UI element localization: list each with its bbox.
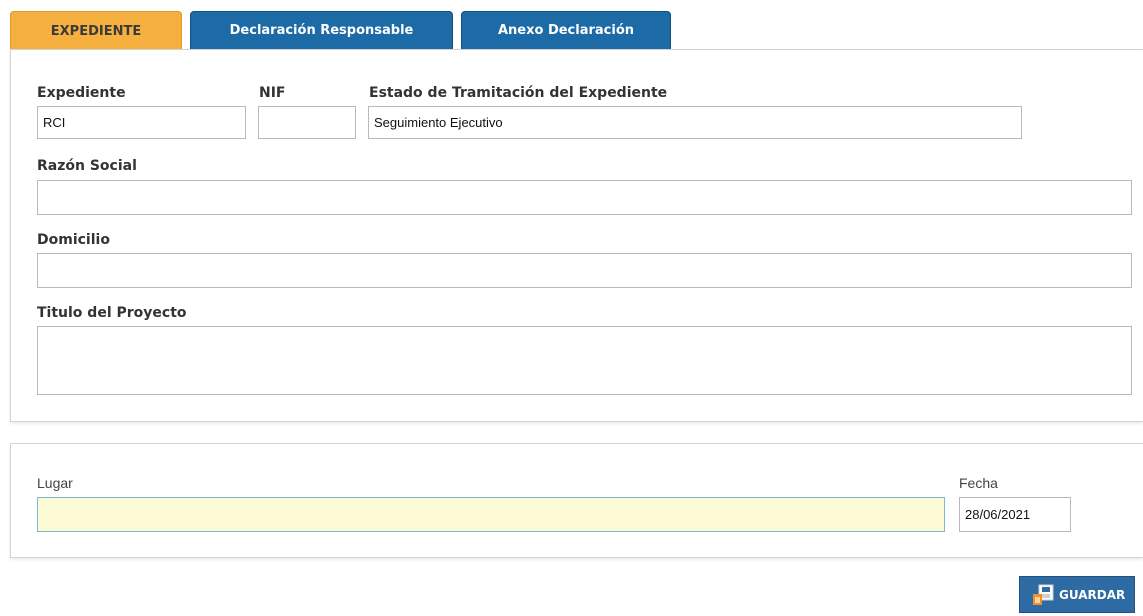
- titulo-proyecto-label: Titulo del Proyecto: [37, 305, 187, 321]
- expediente-field[interactable]: RCI: [37, 106, 246, 139]
- fecha-field[interactable]: 28/06/2021: [959, 497, 1071, 532]
- expediente-value: RCI: [43, 115, 66, 130]
- redaction-mask: [68, 118, 129, 127]
- save-icon: [1033, 584, 1054, 605]
- titulo-proyecto-field[interactable]: [37, 326, 1132, 395]
- estado-field[interactable]: Seguimiento Ejecutivo: [368, 106, 1022, 139]
- nif-field[interactable]: [258, 106, 356, 139]
- tab-anexo-declaracion[interactable]: Anexo Declaración: [461, 11, 671, 50]
- razon-social-field[interactable]: [37, 180, 1132, 215]
- estado-value: Seguimiento Ejecutivo: [374, 115, 503, 130]
- nif-label: NIF: [259, 85, 286, 101]
- save-button[interactable]: GUARDAR: [1019, 576, 1135, 613]
- lugar-label: Lugar: [37, 475, 73, 491]
- domicilio-field[interactable]: [37, 253, 1132, 288]
- tab-declaracion-responsable[interactable]: Declaración Responsable: [190, 11, 453, 50]
- firma-panel: Lugar Fecha 28/06/2021: [10, 443, 1143, 558]
- save-button-label: GUARDAR: [1059, 587, 1126, 602]
- razon-social-label: Razón Social: [37, 158, 137, 174]
- domicilio-label: Domicilio: [37, 232, 110, 248]
- estado-label: Estado de Tramitación del Expediente: [369, 85, 668, 101]
- lugar-field[interactable]: [37, 497, 945, 532]
- tab-expediente[interactable]: EXPEDIENTE: [10, 11, 182, 51]
- expediente-label: Expediente: [37, 85, 126, 101]
- expediente-panel: Expediente RCI NIF Estado de Tramitación…: [10, 49, 1143, 422]
- fecha-value: 28/06/2021: [965, 507, 1031, 522]
- fecha-label: Fecha: [959, 475, 998, 491]
